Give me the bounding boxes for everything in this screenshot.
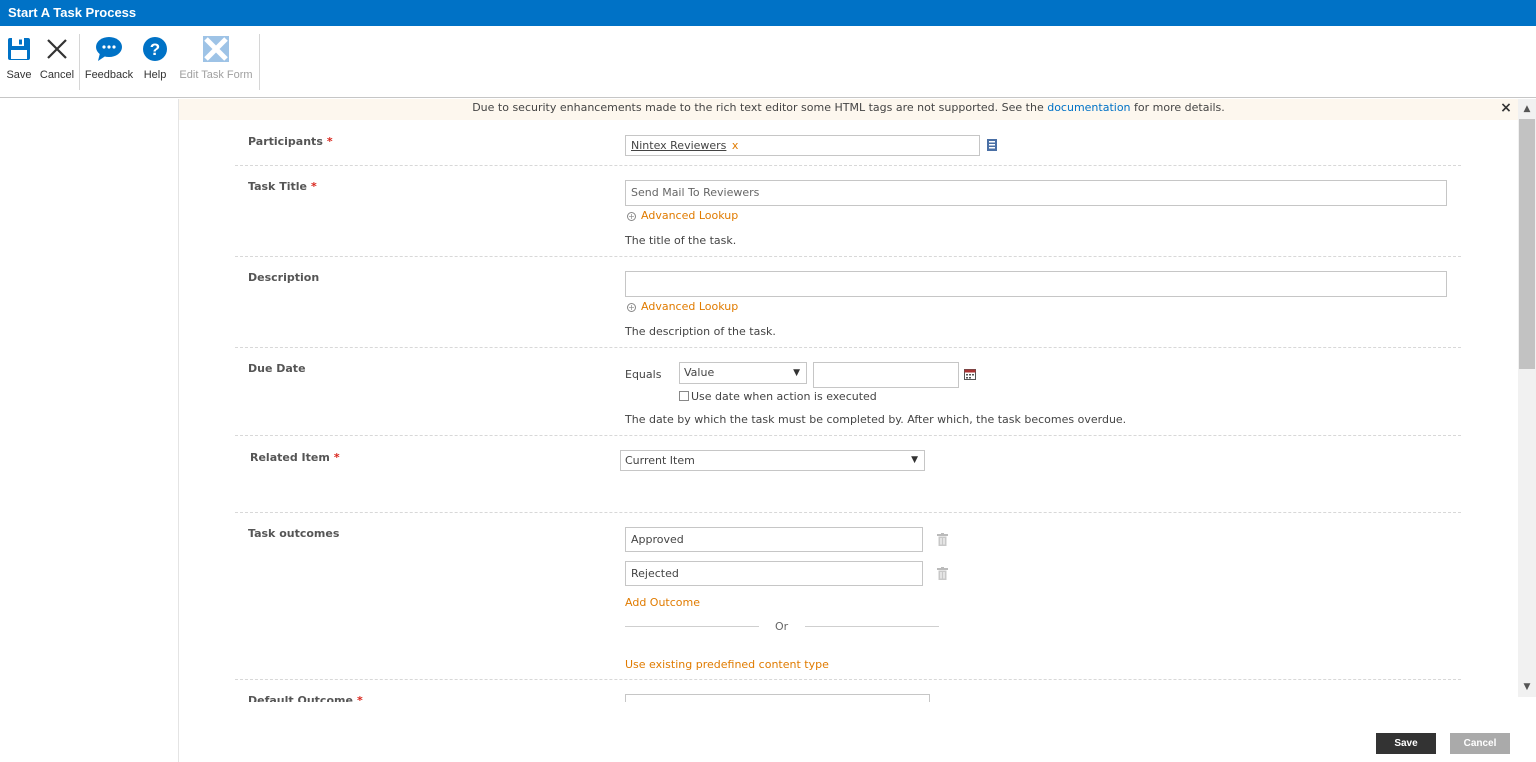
section-divider	[235, 347, 1461, 348]
due-date-label: Due Date	[248, 362, 306, 375]
or-label: Or	[775, 620, 789, 633]
remove-participant-icon[interactable]: x	[732, 139, 739, 152]
ribbon-toolbar: Save Cancel Feedback ? Help Edit Task Fo…	[0, 26, 1536, 98]
svg-text:?: ?	[150, 40, 160, 59]
ribbon-separator	[259, 34, 260, 90]
task-title-advanced-lookup[interactable]: + Advanced Lookup	[627, 209, 738, 222]
dropdown-arrow-icon: ▼	[793, 368, 800, 378]
chat-bubble-icon	[82, 34, 136, 64]
or-divider-line	[625, 626, 759, 627]
trash-icon[interactable]	[937, 533, 948, 546]
ribbon-separator	[79, 34, 80, 90]
or-divider-line	[805, 626, 939, 627]
address-book-icon[interactable]	[986, 138, 998, 155]
save-button[interactable]: Save	[1376, 733, 1436, 754]
default-outcome-select[interactable]	[625, 694, 930, 702]
task-title-input[interactable]: Send Mail To Reviewers	[625, 180, 1447, 206]
use-predefined-content-type-link[interactable]: Use existing predefined content type	[625, 658, 829, 671]
close-icon	[38, 34, 76, 64]
notice-close-icon[interactable]: ×	[1499, 101, 1513, 115]
save-button[interactable]: Save	[4, 34, 34, 94]
section-divider	[235, 435, 1461, 436]
due-date-equals-label: Equals	[625, 368, 662, 381]
default-outcome-label: Default Outcome *	[248, 694, 363, 702]
task-title-label: Task Title *	[248, 180, 317, 193]
scrollbar[interactable]: ▲ ▼	[1518, 99, 1536, 697]
participants-label: Participants *	[248, 135, 333, 148]
participant-token: Nintex Reviewers	[631, 139, 727, 152]
section-divider	[235, 512, 1461, 513]
description-input[interactable]	[625, 271, 1447, 297]
use-execution-date-label: Use date when action is executed	[691, 390, 877, 403]
nintex-form-icon	[175, 34, 257, 64]
documentation-link[interactable]: documentation	[1047, 101, 1130, 114]
cancel-button[interactable]: Cancel	[1450, 733, 1510, 754]
dropdown-arrow-icon: ▼	[911, 455, 918, 465]
plus-circle-icon: +	[627, 303, 636, 312]
section-divider	[235, 165, 1461, 166]
scroll-down-arrow-icon[interactable]: ▼	[1518, 679, 1536, 695]
description-label: Description	[248, 271, 320, 284]
trash-icon[interactable]	[937, 567, 948, 580]
calendar-icon[interactable]	[964, 369, 976, 383]
window-title: Start A Task Process	[0, 0, 1536, 26]
outcome-input[interactable]: Approved	[625, 527, 923, 552]
outcome-input[interactable]: Rejected	[625, 561, 923, 586]
due-date-help: The date by which the task must be compl…	[625, 413, 1127, 426]
add-outcome-link[interactable]: Add Outcome	[625, 596, 700, 609]
description-advanced-lookup[interactable]: + Advanced Lookup	[627, 300, 738, 313]
task-title-help: The title of the task.	[625, 234, 737, 247]
edit-task-form-button[interactable]: Edit Task Form	[175, 34, 257, 94]
help-button[interactable]: ? Help	[140, 34, 170, 94]
feedback-button[interactable]: Feedback	[82, 34, 136, 94]
security-notice: Due to security enhancements made to the…	[179, 99, 1518, 120]
use-execution-date-checkbox[interactable]	[679, 391, 689, 401]
due-date-type-select[interactable]: Value ▼	[679, 362, 807, 384]
related-item-label: Related Item *	[250, 451, 340, 464]
section-divider	[235, 256, 1461, 257]
participants-picker[interactable]: Nintex Reviewers x	[625, 135, 980, 156]
scroll-up-arrow-icon[interactable]: ▲	[1518, 101, 1536, 117]
task-outcomes-label: Task outcomes	[248, 527, 340, 540]
help-icon: ?	[140, 34, 170, 64]
description-help: The description of the task.	[625, 325, 776, 338]
form-body: Participants * Nintex Reviewers x Task Ti…	[179, 120, 1518, 702]
related-item-select[interactable]: Current Item ▼	[620, 450, 925, 471]
due-date-input[interactable]	[813, 362, 959, 388]
scrollbar-thumb[interactable]	[1519, 119, 1535, 369]
section-divider	[235, 679, 1461, 680]
save-icon	[4, 34, 34, 64]
cancel-button[interactable]: Cancel	[38, 34, 76, 94]
plus-circle-icon: +	[627, 212, 636, 221]
